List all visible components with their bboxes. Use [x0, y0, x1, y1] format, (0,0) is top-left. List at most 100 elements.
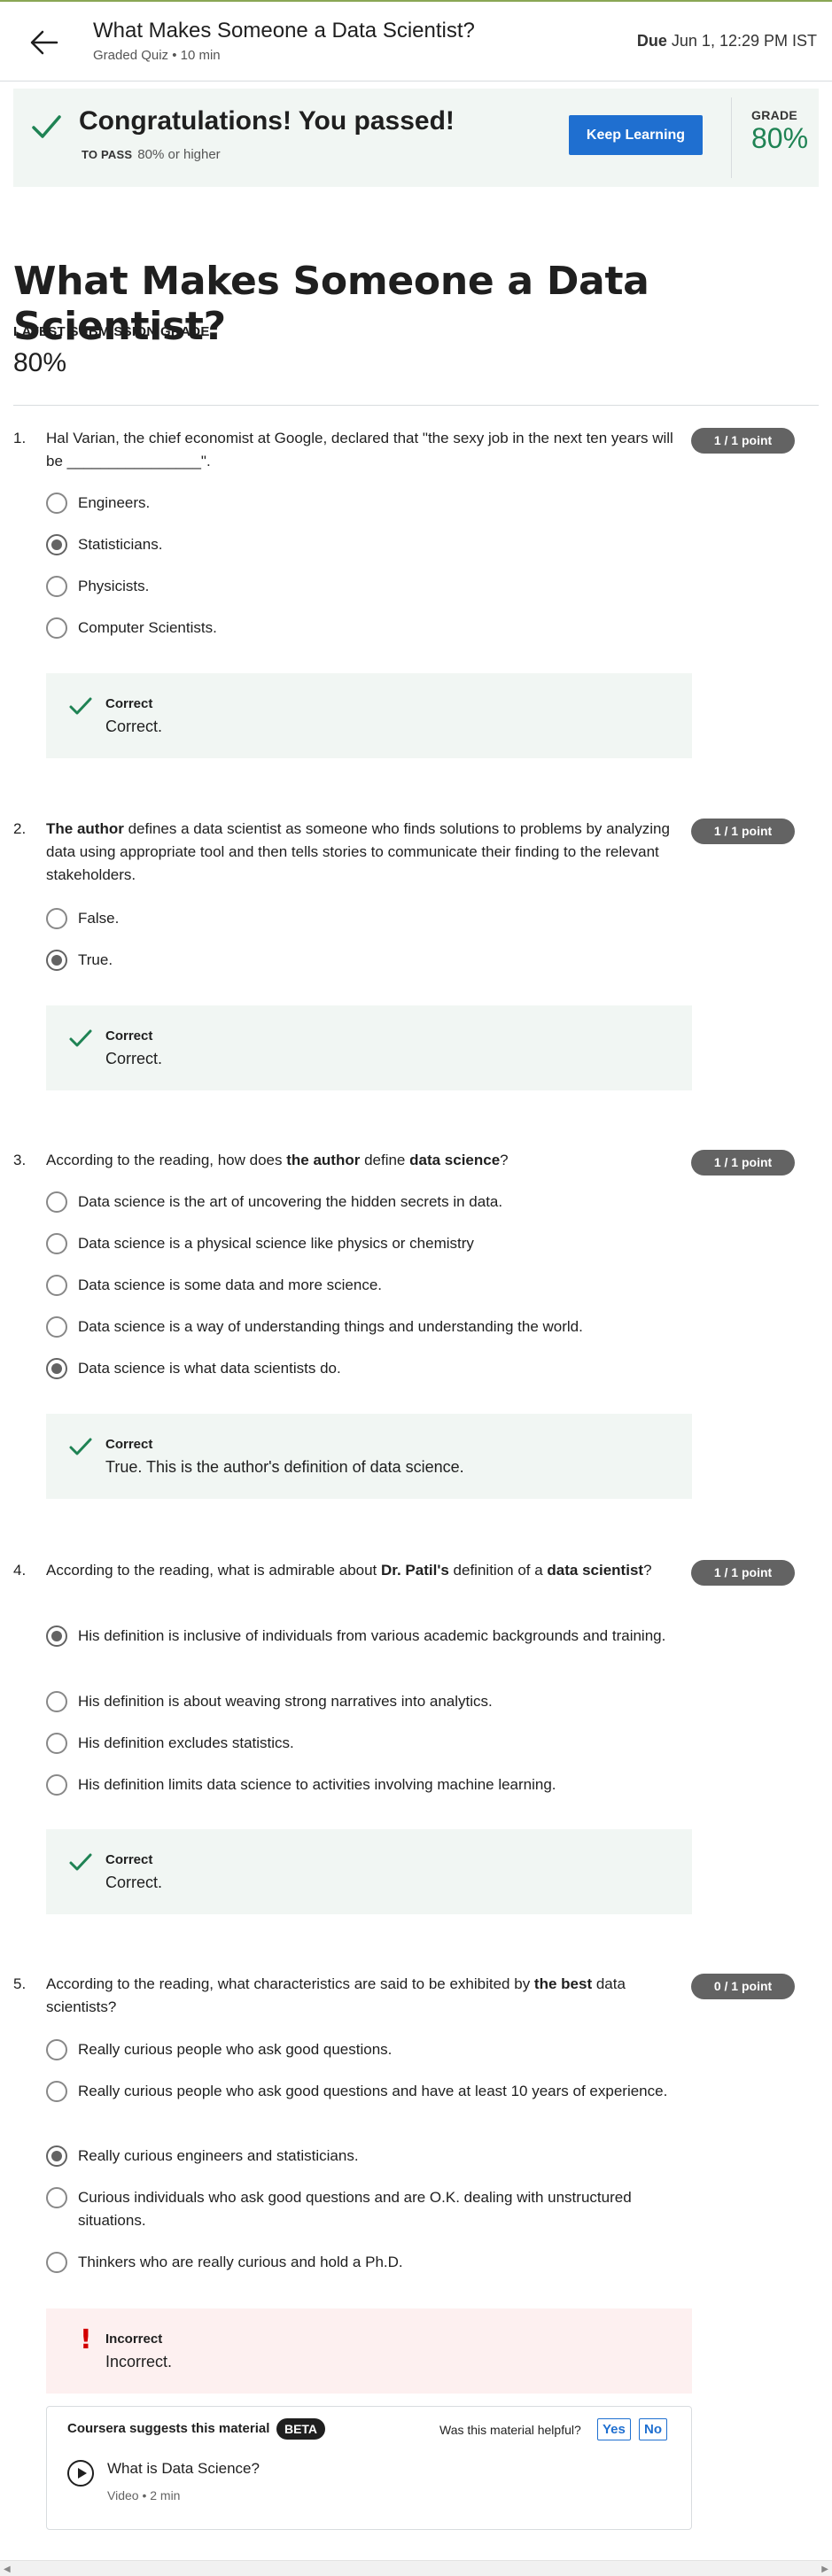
radio-button[interactable] — [46, 908, 67, 929]
grade-label: GRADE — [751, 108, 798, 122]
feedback-correct: Correct Correct. — [46, 1829, 692, 1914]
option-label: True. — [78, 951, 113, 968]
option-label: Thinkers who are really curious and hold… — [78, 2254, 403, 2270]
option-label: Really curious people who ask good quest… — [78, 2083, 668, 2099]
option-label: Data science is a physical science like … — [78, 1235, 474, 1252]
suggested-material-card: Coursera suggests this material BETA Was… — [46, 2406, 692, 2530]
feedback-incorrect: ! Incorrect Incorrect. — [46, 2308, 692, 2394]
checkmark-icon — [68, 1028, 93, 1054]
divider — [13, 405, 819, 406]
points-badge: 1 / 1 point — [691, 1150, 795, 1175]
radio-button[interactable] — [46, 2039, 67, 2060]
option-label: Data science is some data and more scien… — [78, 1276, 383, 1293]
radio-button[interactable] — [46, 1191, 67, 1213]
suggested-item-link[interactable]: What is Data Science? — [107, 2460, 260, 2478]
question-part: ? — [500, 1152, 509, 1168]
quiz-title: What Makes Someone a Data Scientist? — [93, 19, 475, 43]
feedback-correct: Correct True. This is the author's defin… — [46, 1414, 692, 1499]
radio-button-selected[interactable] — [46, 534, 67, 555]
beta-badge: BETA — [276, 2418, 325, 2440]
feedback-title: Correct — [105, 1028, 153, 1044]
no-button[interactable]: No — [639, 2418, 667, 2440]
play-icon[interactable] — [67, 2460, 94, 2487]
option-label: His definition limits data science to ac… — [78, 1776, 556, 1793]
suggested-item-meta: Video • 2 min — [107, 2488, 181, 2502]
checkmark-icon — [68, 1852, 93, 1878]
option-label: Statisticians. — [78, 536, 163, 553]
radio-button[interactable] — [46, 2187, 67, 2208]
feedback-title: Correct — [105, 696, 153, 711]
question-text: According to the reading, what is admira… — [46, 1559, 691, 1582]
feedback-text: Correct. — [105, 1050, 163, 1067]
quiz-subtitle: Graded Quiz • 10 min — [93, 48, 221, 63]
question-rest: defines a data scientist as someone who … — [46, 820, 670, 883]
radio-button[interactable] — [46, 1275, 67, 1296]
horizontal-scrollbar[interactable]: ◀ ▶ — [0, 2560, 832, 2576]
radio-button[interactable] — [46, 1233, 67, 1254]
radio-button-selected[interactable] — [46, 1358, 67, 1379]
question-part: According to the reading, what character… — [46, 1975, 534, 1992]
to-pass-value: 80% or higher — [137, 147, 221, 162]
radio-button[interactable] — [46, 1316, 67, 1338]
pass-message: Congratulations! You passed! — [79, 106, 455, 136]
option-label: Data science is what data scientists do. — [78, 1360, 341, 1377]
radio-button[interactable] — [46, 2081, 67, 2102]
pass-banner: Congratulations! You passed! TO PASS 80% … — [13, 89, 819, 187]
question-number: 3. — [13, 1152, 27, 1168]
scroll-left-icon[interactable]: ◀ — [4, 2564, 11, 2574]
radio-button[interactable] — [46, 493, 67, 514]
radio-button-selected[interactable] — [46, 2145, 67, 2167]
radio-button[interactable] — [46, 2252, 67, 2273]
grade-value: 80% — [751, 122, 809, 154]
due-label: Due — [636, 32, 667, 50]
feedback-correct: Correct Correct. — [46, 673, 692, 758]
yes-button[interactable]: Yes — [597, 2418, 631, 2440]
latest-grade-label: LATEST SUBMISSION GRADE — [13, 324, 210, 339]
points-badge: 1 / 1 point — [691, 819, 795, 844]
question-bold: data science — [409, 1152, 501, 1168]
checkmark-icon — [68, 696, 93, 722]
radio-button[interactable] — [46, 1774, 67, 1796]
question-bold: data scientist — [547, 1562, 644, 1579]
option-label: Engineers. — [78, 494, 151, 511]
radio-button-selected[interactable] — [46, 950, 67, 971]
question-number: 2. — [13, 820, 27, 837]
feedback-text: Incorrect. — [105, 2353, 173, 2370]
feedback-title: Correct — [105, 1437, 153, 1452]
points-badge: 1 / 1 point — [691, 428, 795, 454]
option-label: Physicists. — [78, 578, 150, 594]
question-text: Hal Varian, the chief economist at Googl… — [46, 430, 673, 469]
to-pass-requirement: TO PASS 80% or higher — [82, 147, 221, 162]
radio-button[interactable] — [46, 1733, 67, 1754]
checkmark-icon — [29, 110, 63, 148]
radio-button[interactable] — [46, 576, 67, 597]
option-label: His definition is inclusive of individua… — [78, 1627, 666, 1644]
divider — [731, 97, 732, 178]
radio-button[interactable] — [46, 617, 67, 639]
feedback-correct: Correct Correct. — [46, 1005, 692, 1090]
question-number: 4. — [13, 1562, 27, 1579]
back-arrow-icon[interactable] — [27, 25, 62, 60]
radio-button-selected[interactable] — [46, 1626, 67, 1647]
radio-button[interactable] — [46, 1691, 67, 1712]
due-date: Due Jun 1, 12:29 PM IST — [637, 32, 817, 50]
option-label: False. — [78, 910, 120, 927]
suggestion-title: Coursera suggests this material — [67, 2421, 270, 2436]
question-part: define — [360, 1152, 410, 1168]
quiz-header: What Makes Someone a Data Scientist? Gra… — [0, 0, 832, 81]
feedback-text: True. This is the author's definition of… — [105, 1458, 464, 1476]
points-badge: 0 / 1 point — [691, 1974, 795, 1999]
checkmark-icon — [68, 1437, 93, 1463]
helpful-prompt: Was this material helpful? — [439, 2423, 581, 2437]
question-number: 5. — [13, 1975, 27, 1992]
question-text: According to the reading, how does the a… — [46, 1149, 691, 1172]
option-label: Curious individuals who ask good questio… — [78, 2189, 632, 2229]
question-bold: the author — [286, 1152, 361, 1168]
question-text: The author defines a data scientist as s… — [46, 818, 691, 887]
question-part: definition of a — [448, 1562, 548, 1579]
question-bold: The author — [46, 820, 124, 837]
scroll-right-icon[interactable]: ▶ — [821, 2564, 828, 2574]
keep-learning-button[interactable]: Keep Learning — [569, 115, 703, 155]
feedback-title: Incorrect — [105, 2332, 163, 2347]
points-badge: 1 / 1 point — [691, 1560, 795, 1586]
